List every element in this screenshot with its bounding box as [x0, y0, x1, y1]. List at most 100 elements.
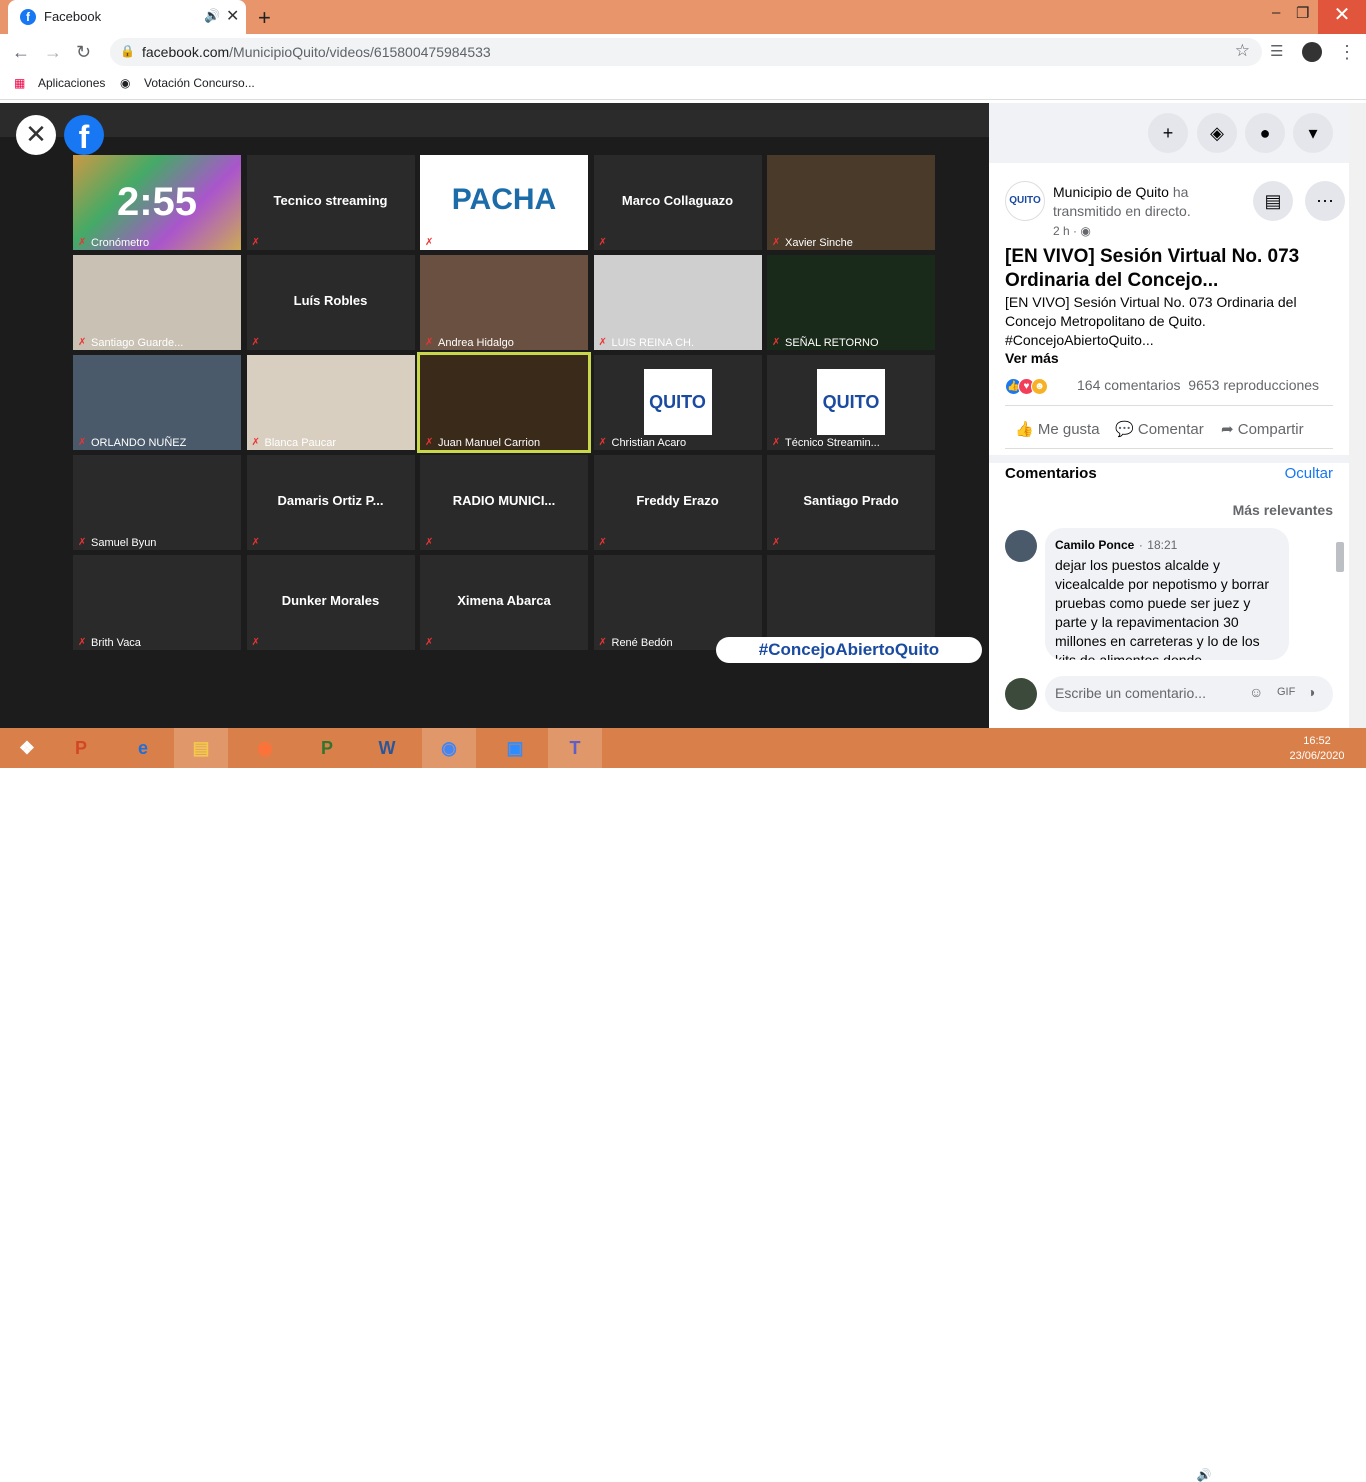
participant-tile[interactable]: ✗ René Bedón — [593, 555, 762, 650]
account-dropdown-icon[interactable]: ▾ — [1293, 113, 1333, 153]
system-tray[interactable]: ▴ 🔊 ▦ ▯ — [1184, 1468, 1243, 1482]
see-more-link[interactable]: Ver más — [1005, 350, 1059, 366]
notifications-bell-icon[interactable]: ● — [1245, 113, 1285, 153]
emoji-icon[interactable]: ☺ — [1249, 684, 1263, 700]
volume-icon[interactable]: 🔊 — [1197, 1468, 1212, 1482]
browser-tab[interactable]: f Facebook 🔊 ✕ — [8, 0, 246, 34]
bookmark-apps[interactable]: Aplicaciones — [38, 76, 105, 90]
participant-tile[interactable]: ✗ SEÑAL RETORNO — [767, 255, 935, 350]
page-name-link[interactable]: Municipio de Quito — [1053, 184, 1169, 200]
taskbar-clock[interactable]: 16:52 23/06/2020 — [1282, 734, 1352, 764]
tab-close-icon[interactable]: ✕ — [226, 6, 239, 26]
participant-tile[interactable]: ✗ Xavier Sinche — [767, 155, 935, 250]
share-icon: ➦ — [1221, 421, 1234, 438]
post-time[interactable]: 2 h · ◉ — [1053, 224, 1091, 238]
reaction-icons[interactable]: 👍 ♥ ☻ — [1005, 376, 1048, 395]
page-avatar[interactable]: QUITO — [1005, 181, 1045, 221]
scrollbar-thumb[interactable] — [1336, 542, 1344, 572]
reading-list-icon[interactable]: ☰ — [1270, 42, 1283, 60]
comment-input[interactable]: Escribe un comentario... ☺ GIF ◑ — [1045, 676, 1333, 712]
create-plus-icon[interactable]: + — [1148, 113, 1188, 153]
participant-tile[interactable]: Ximena Abarca ✗ — [420, 555, 588, 650]
battery-icon[interactable]: ▯ — [1236, 1468, 1243, 1482]
minimize-button[interactable]: – — [1272, 4, 1280, 21]
chrome-icon[interactable]: ◉ — [422, 728, 476, 768]
profile-avatar[interactable] — [1302, 42, 1322, 62]
new-tab-button[interactable]: + — [258, 5, 271, 31]
save-icon[interactable]: ▤ — [1253, 181, 1293, 221]
participant-tile[interactable]: PACHA ✗ Mac Radio Muni... — [420, 155, 588, 250]
restore-button[interactable]: ❐ — [1296, 4, 1309, 22]
muted-mic-icon: ✗ — [425, 237, 434, 248]
commenter-avatar[interactable] — [1005, 530, 1037, 562]
like-button[interactable]: 👍 Me gusta — [1015, 420, 1100, 438]
comment-author[interactable]: Camilo Ponce — [1055, 538, 1134, 552]
bookmark-votacion[interactable]: Votación Concurso... — [144, 76, 255, 90]
video-player[interactable]: ✕ f 2:55 ✗ Cronómetro Tecnico streaming ✗ PAC… — [0, 103, 989, 728]
post-panel: + ◈ ● ▾ QUITO Municipio de Quito ha tran… — [989, 103, 1349, 728]
comments-count[interactable]: 164 comentarios — [1077, 377, 1181, 393]
participant-name: RADIO MUNICI... — [452, 493, 556, 508]
participant-tile[interactable]: ✗ LUIS REINA CH. — [593, 255, 762, 350]
participant-tile[interactable]: QUITO ✗ Christian Acaro — [593, 355, 762, 450]
word-icon[interactable]: W — [360, 728, 414, 768]
current-user-avatar — [1005, 678, 1037, 710]
bookmark-star-icon[interactable]: ☆ — [1235, 41, 1250, 61]
participant-tile[interactable]: ✗ Andrea Hidalgo — [420, 255, 588, 350]
participant-tile[interactable]: 2:55 ✗ Cronómetro — [73, 155, 241, 250]
participant-tile[interactable]: ✗ Juan Manuel Carrion — [417, 352, 591, 453]
close-video-button[interactable]: ✕ — [16, 115, 56, 155]
participant-tile[interactable]: ✗ Brith Vaca — [73, 555, 241, 650]
participant-tile[interactable]: ✗ Blanca Paucar — [246, 355, 415, 450]
participant-tile[interactable]: Damaris Ortiz P... ✗ — [246, 455, 415, 550]
tray-chevron-icon[interactable]: ▴ — [1184, 1468, 1190, 1482]
participant-tile[interactable]: Santiago Prado ✗ — [767, 455, 935, 550]
participant-display: QUITO — [643, 369, 712, 435]
zoom-icon[interactable]: ▣ — [488, 728, 542, 768]
comments-scrollbar[interactable] — [1333, 530, 1347, 660]
page-scrollbar[interactable] — [1349, 103, 1366, 728]
participant-tile[interactable]: Marco Collaguazo ✗ — [593, 155, 762, 250]
tab-audio-icon[interactable]: 🔊 — [204, 8, 220, 24]
participant-name: Santiago Prado — [803, 493, 899, 508]
window-close-button[interactable]: ✕ — [1318, 0, 1366, 34]
file-explorer-icon[interactable]: ▤ — [174, 728, 228, 768]
network-icon[interactable]: ▦ — [1218, 1468, 1229, 1482]
gif-icon[interactable]: GIF — [1277, 686, 1295, 698]
comment-time[interactable]: 18:21 — [1147, 538, 1177, 552]
participant-label: René Bedón — [611, 637, 673, 649]
url-text[interactable]: facebook.com/MunicipioQuito/videos/61580… — [142, 44, 491, 60]
windows-start-icon[interactable]: ❖ — [0, 728, 54, 768]
muted-mic-icon: ✗ — [251, 637, 260, 648]
reload-icon[interactable]: ↻ — [76, 42, 91, 63]
sticker-icon[interactable]: ◑ — [1307, 684, 1315, 700]
participant-tile[interactable]: Freddy Erazo ✗ — [593, 455, 762, 550]
participant-tile[interactable]: RADIO MUNICI... ✗ — [420, 455, 588, 550]
firefox-icon[interactable]: ◉ — [238, 728, 292, 768]
address-bar[interactable]: 🔒 facebook.com/MunicipioQuito/videos/615… — [110, 38, 1262, 66]
back-icon[interactable]: ← — [12, 42, 30, 63]
more-options-icon[interactable]: ⋯ — [1305, 181, 1345, 221]
apps-grid-icon[interactable]: ▦ — [14, 76, 25, 90]
participant-tile[interactable]: ✗ — [767, 555, 935, 650]
project-icon[interactable]: P — [300, 728, 354, 768]
powerpoint-icon[interactable]: P — [54, 728, 108, 768]
messenger-icon[interactable]: ◈ — [1197, 113, 1237, 153]
participant-tile[interactable]: Dunker Morales ✗ — [246, 555, 415, 650]
teams-icon[interactable]: T — [548, 728, 602, 768]
participant-tile[interactable]: Tecnico streaming ✗ — [246, 155, 415, 250]
comment-button[interactable]: 💬 Comentar — [1115, 420, 1204, 438]
participant-tile[interactable]: ✗ Samuel Byun — [73, 455, 241, 550]
forward-icon[interactable]: → — [44, 42, 62, 63]
facebook-logo[interactable]: f — [64, 115, 104, 155]
share-button[interactable]: ➦ Compartir — [1221, 420, 1304, 438]
internet-explorer-icon[interactable]: e — [116, 728, 170, 768]
participant-label: Andrea Hidalgo — [438, 337, 514, 349]
sort-comments-dropdown[interactable]: Más relevantes — [1233, 502, 1333, 518]
participant-tile[interactable]: Luís Robles ✗ — [246, 255, 415, 350]
participant-tile[interactable]: QUITO ✗ Técnico Streamin... — [767, 355, 935, 450]
participant-tile[interactable]: ✗ Santiago Guarde... — [73, 255, 241, 350]
participant-tile[interactable]: ✗ ORLANDO NUÑEZ — [73, 355, 241, 450]
hide-comments-link[interactable]: Ocultar — [1285, 465, 1333, 482]
menu-icon[interactable]: ⋮ — [1338, 42, 1356, 63]
